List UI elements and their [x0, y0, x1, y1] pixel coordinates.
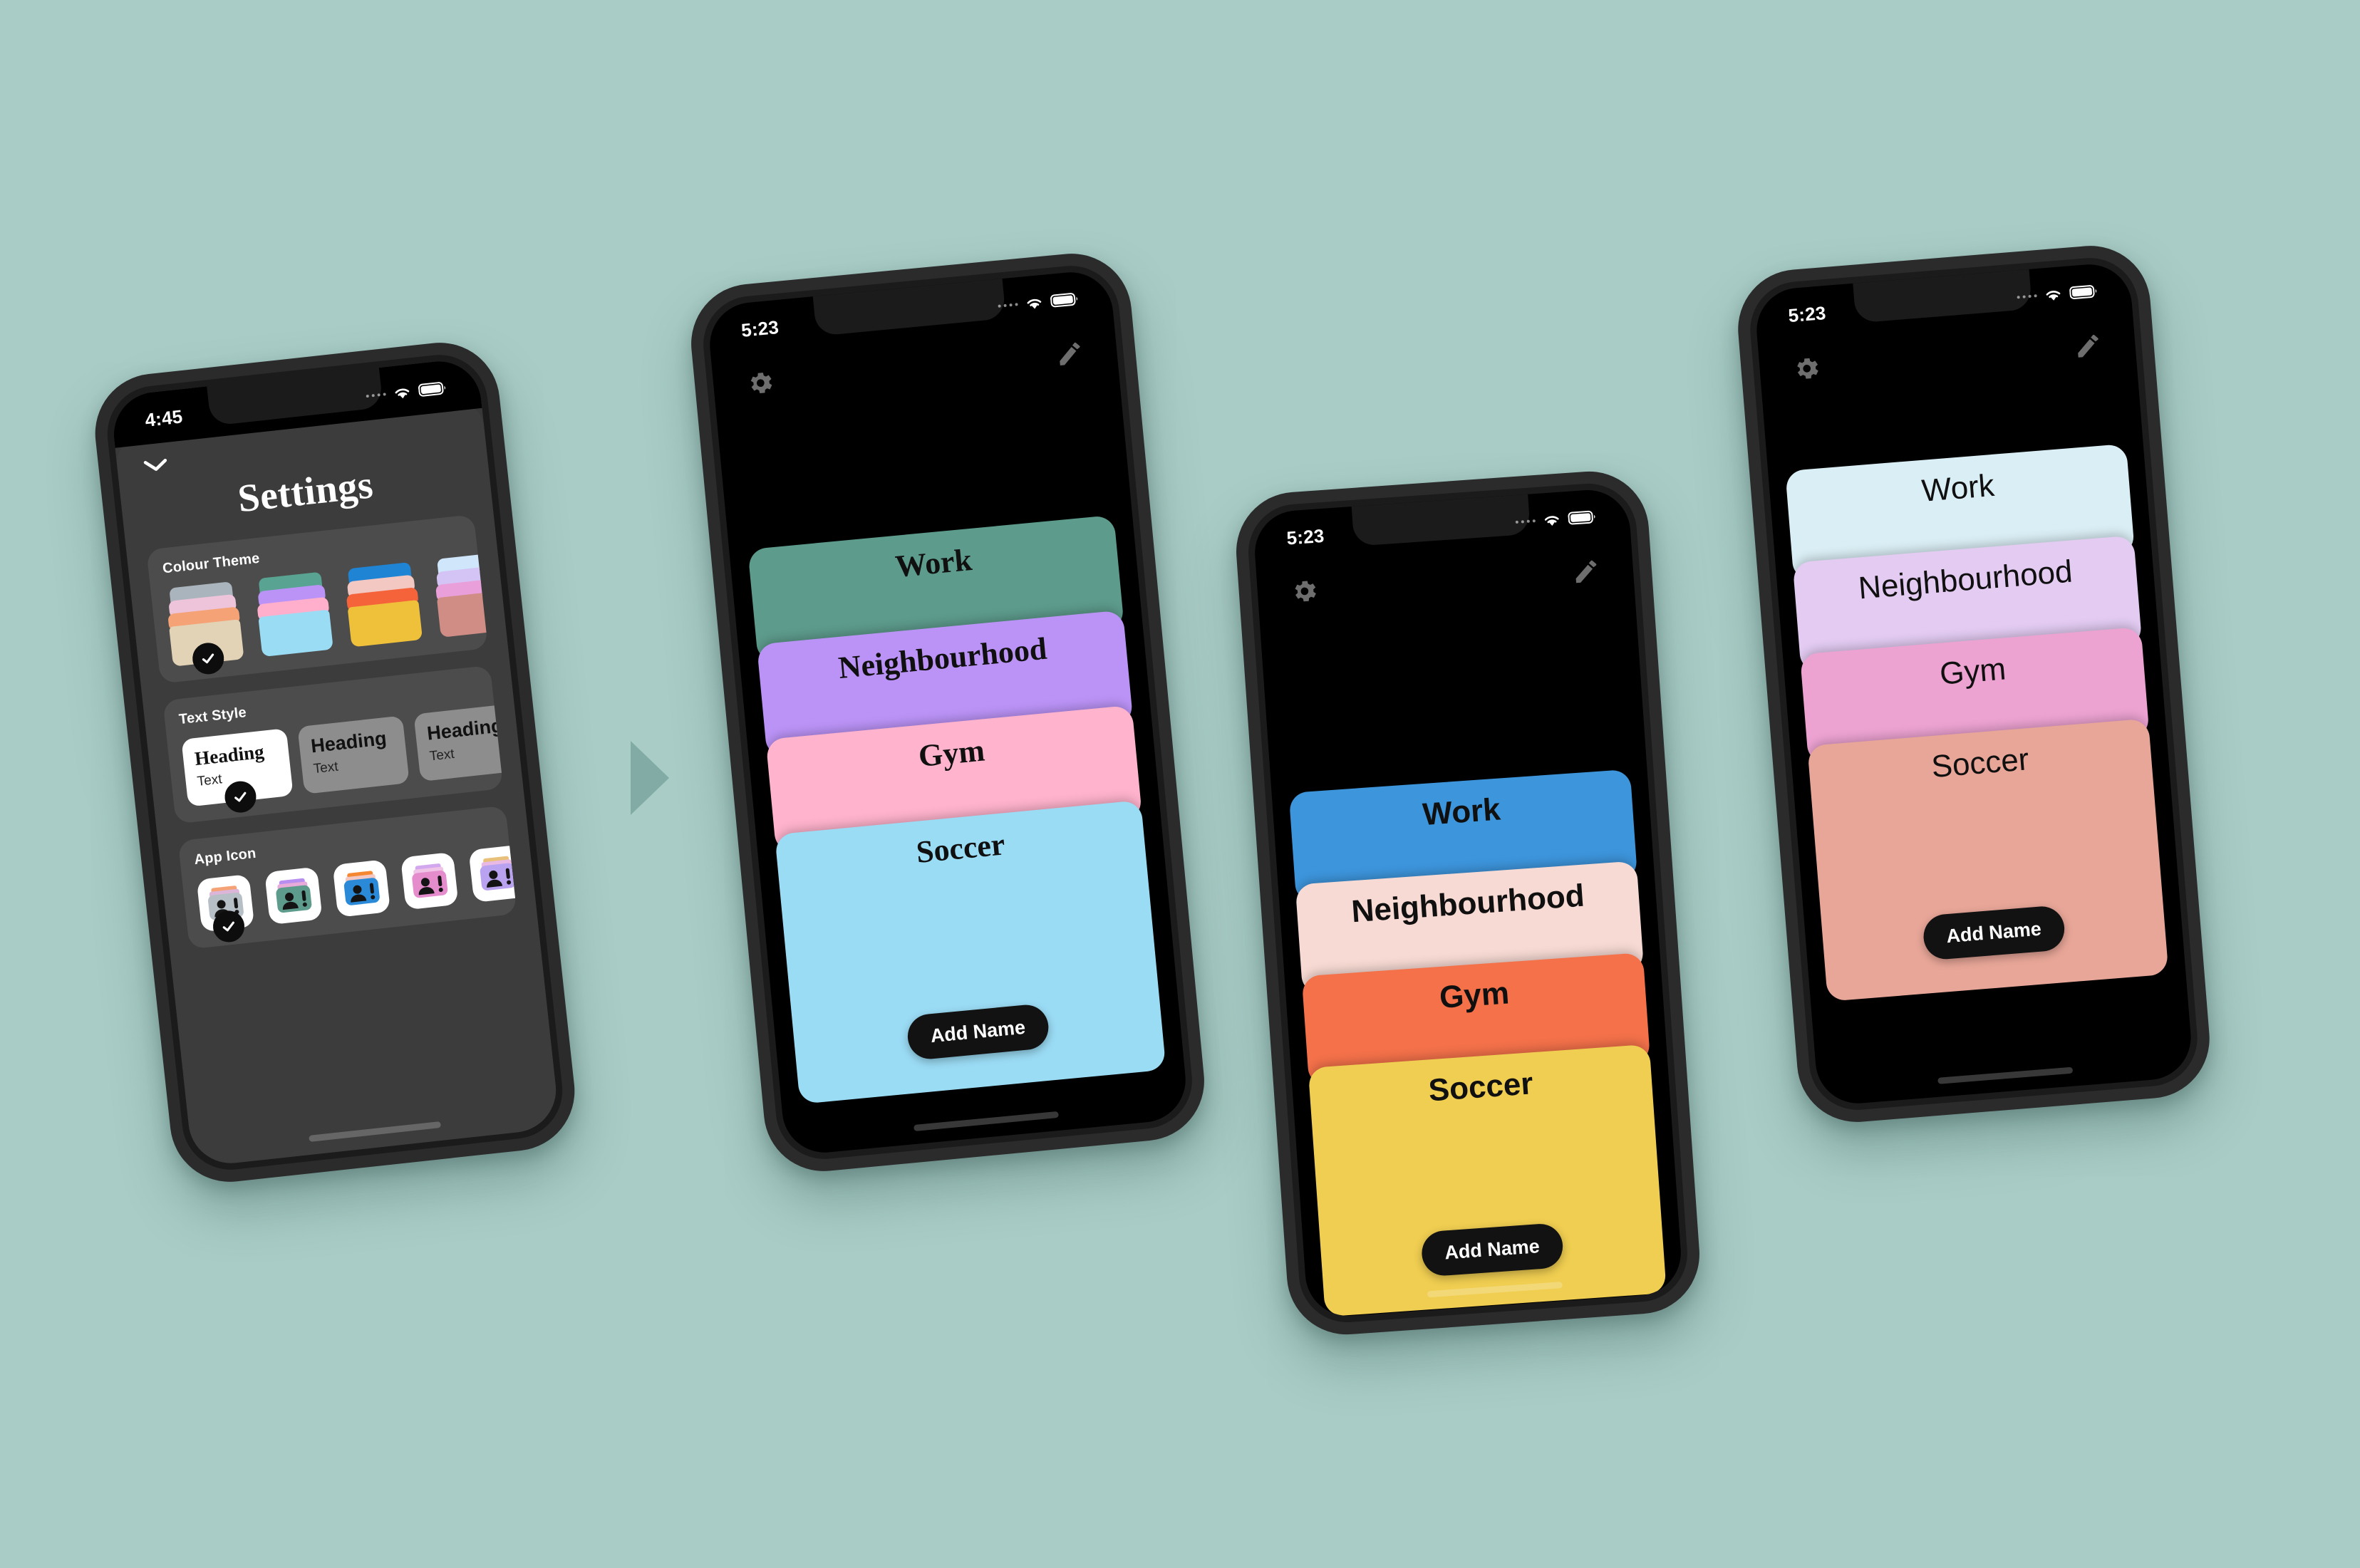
phone-bezel: 4:45 Settings Colour Theme Text Style He…	[102, 350, 568, 1175]
wifi-icon	[1541, 512, 1562, 528]
theme-layer	[436, 590, 488, 638]
task-card-label: Neighbourhood	[1350, 878, 1586, 930]
colour-theme-swatch[interactable]	[254, 571, 333, 658]
status-bar: 5:23	[1252, 487, 1630, 558]
add-name-button[interactable]: Add Name	[1922, 905, 2066, 961]
wifi-icon	[1024, 295, 1045, 311]
app-icon-card: App Icon	[177, 805, 517, 950]
pencil-icon[interactable]	[2073, 331, 2103, 361]
settings-sheet: Settings Colour Theme Text Style Heading…	[114, 400, 561, 1168]
colour-theme-swatch[interactable]	[433, 552, 488, 638]
status-time: 5:23	[1285, 524, 1325, 549]
text-style-body: Text	[312, 759, 339, 777]
colour-theme-swatch[interactable]	[343, 561, 423, 648]
app-icon-greige[interactable]	[196, 874, 255, 945]
add-name-button[interactable]: Add Name	[906, 1002, 1050, 1061]
gear-icon[interactable]	[745, 368, 777, 399]
person-alert-icon	[412, 863, 448, 898]
phone-bezel: 5:23 Work Neighbourhood Gym Soccer Add Name	[699, 261, 1196, 1163]
phone-screen: 5:23 Work Neighbourhood Gym Soccer Add Name	[1753, 261, 2195, 1107]
status-time: 5:23	[1787, 301, 1827, 326]
status-bar: 5:23	[706, 269, 1113, 351]
task-card-label: Neighbourhood	[1857, 554, 2074, 606]
colour-theme-options[interactable]	[165, 552, 488, 676]
pencil-icon[interactable]	[1571, 556, 1602, 587]
phone-bezel: 5:23 Work Neighbourhood Gym Soccer Add Name	[1746, 254, 2201, 1114]
signal-dots-icon	[2016, 294, 2037, 299]
signal-dots-icon	[366, 393, 386, 398]
app-icon-pink[interactable]	[400, 852, 459, 910]
battery-icon	[2069, 284, 2098, 300]
phone-bold-theme: 5:23 Work Neighbourhood Gym Soccer Add Name	[1232, 467, 1704, 1339]
signal-dots-icon	[1515, 519, 1536, 524]
text-style-option[interactable]: Heading Text	[181, 728, 294, 815]
task-card-label: Gym	[1938, 651, 2007, 692]
card-stack[interactable]: Work Neighbourhood Gym Soccer Add Name	[1272, 768, 1684, 1319]
battery-icon	[418, 380, 447, 398]
gear-icon[interactable]	[1290, 576, 1320, 607]
battery-icon	[1050, 291, 1080, 308]
task-card-label: Gym	[916, 732, 986, 774]
task-card-label: Gym	[1438, 975, 1511, 1016]
colour-theme-swatch[interactable]	[165, 581, 244, 676]
text-style-card: Text Style Heading Text Heading Text Headi…	[162, 665, 504, 824]
pencil-icon[interactable]	[1055, 338, 1086, 370]
phone-screen: 5:23 Work Neighbourhood Gym Soccer Add Name	[1252, 487, 1684, 1319]
add-name-button[interactable]: Add Name	[1420, 1222, 1564, 1277]
person-alert-icon	[276, 878, 312, 913]
text-style-heading: Heading	[309, 727, 388, 757]
status-time: 4:45	[143, 405, 184, 431]
colour-theme-card: Colour Theme	[146, 514, 488, 684]
card-stack[interactable]: Work Neighbourhood Gym Soccer Add Name	[729, 513, 1189, 1156]
battery-icon	[1568, 509, 1597, 526]
phone-screen: 4:45 Settings Colour Theme Text Style He…	[109, 357, 561, 1168]
app-icon-blue[interactable]	[332, 859, 391, 918]
status-bar: 5:23	[1754, 261, 2132, 336]
theme-layer	[347, 600, 423, 648]
person-alert-icon	[480, 856, 516, 891]
task-card-label: Work	[894, 541, 974, 584]
card-stack[interactable]: Work Neighbourhood Gym Soccer Add Name	[1768, 442, 2194, 1106]
task-card-label: Soccer	[1930, 742, 2031, 785]
phone-teal-theme: 5:23 Work Neighbourhood Gym Soccer Add Name	[685, 248, 1210, 1177]
signal-dots-icon	[997, 302, 1018, 308]
phone-settings: 4:45 Settings Colour Theme Text Style He…	[89, 336, 581, 1188]
chevron-down-icon[interactable]	[140, 455, 170, 475]
task-card-label: Work	[1920, 467, 1996, 509]
gear-icon[interactable]	[1791, 353, 1822, 384]
app-icon-lilac[interactable]	[468, 844, 517, 903]
task-card-label: Soccer	[1427, 1066, 1534, 1108]
status-time: 5:23	[740, 316, 780, 341]
text-style-heading: Heading	[193, 740, 265, 770]
text-style-option[interactable]: Heading Text	[413, 702, 504, 782]
theme-layer	[258, 609, 333, 658]
task-card-label: Neighbourhood	[837, 630, 1049, 686]
task-card[interactable]: Soccer Add Name	[1308, 1044, 1667, 1317]
task-card[interactable]: Soccer Add Name	[775, 800, 1166, 1104]
text-style-heading: Heading	[425, 715, 504, 744]
wifi-icon	[391, 384, 413, 400]
wifi-icon	[2043, 286, 2064, 302]
text-style-body: Text	[428, 747, 455, 764]
task-card-label: Work	[1421, 791, 1502, 833]
flow-arrow-icon	[631, 741, 669, 815]
phone-screen: 5:23 Work Neighbourhood Gym Soccer Add Name	[705, 268, 1190, 1157]
task-card[interactable]: Soccer Add Name	[1807, 718, 2169, 1002]
phone-pastel-theme: 5:23 Work Neighbourhood Gym Soccer Add Name	[1733, 241, 2215, 1127]
person-alert-icon	[343, 871, 380, 905]
phone-bezel: 5:23 Work Neighbourhood Gym Soccer Add Name	[1245, 480, 1691, 1326]
app-icon-teal[interactable]	[264, 866, 323, 925]
text-style-option[interactable]: Heading Text	[297, 715, 410, 795]
task-card-label: Soccer	[914, 826, 1007, 870]
